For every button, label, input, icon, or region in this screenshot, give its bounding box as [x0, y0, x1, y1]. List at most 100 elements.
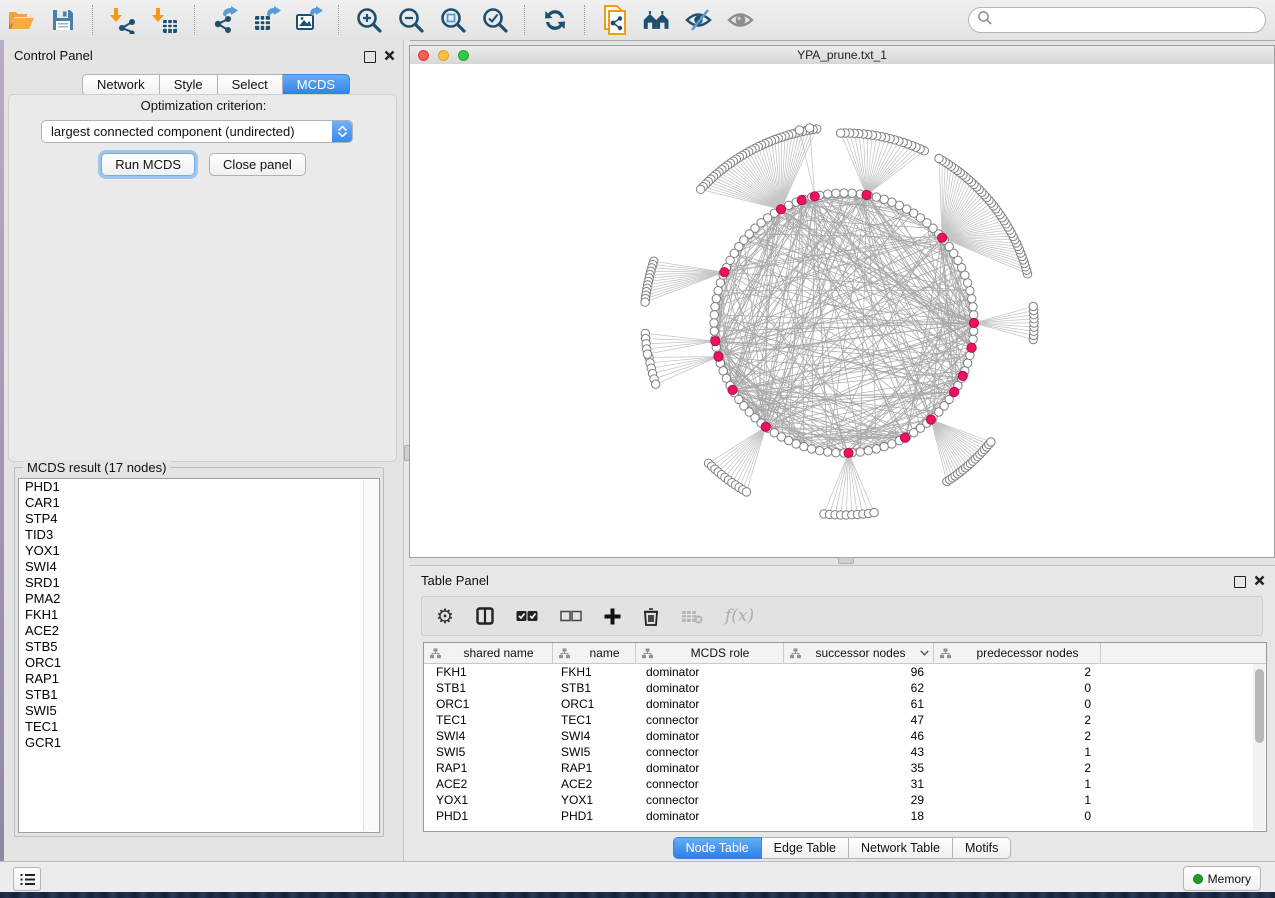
graph-hub-node[interactable] [926, 415, 935, 424]
table-row[interactable]: ORC1ORC1dominator610 [424, 696, 1266, 712]
mcds-result-item[interactable]: PHD1 [19, 479, 379, 495]
table-row[interactable]: PHD1PHD1dominator180 [424, 808, 1266, 824]
mcds-result-list[interactable]: PHD1CAR1STP4TID3YOX1SWI4SRD1PMA2FKH1ACE2… [18, 478, 380, 833]
mcds-result-item[interactable]: ACE2 [19, 623, 379, 639]
table-row[interactable]: FKH1FKH1dominator962 [424, 664, 1266, 680]
column-header-name[interactable]: name [553, 643, 636, 663]
graph-hub-node[interactable] [797, 195, 806, 204]
show-details-icon[interactable] [726, 5, 756, 35]
graph-node[interactable] [714, 286, 722, 294]
graph-node[interactable] [710, 319, 718, 327]
criterion-select[interactable]: largest connected component (undirected) [41, 120, 353, 143]
graph-node[interactable] [840, 189, 848, 197]
graph-leaf-node[interactable] [935, 154, 943, 162]
export-image-icon[interactable] [294, 5, 324, 35]
graph-hub-node[interactable] [900, 433, 909, 442]
graph-leaf-node[interactable] [641, 298, 649, 306]
graph-node[interactable] [824, 448, 832, 456]
graph-leaf-node[interactable] [651, 380, 659, 388]
table-row[interactable]: STB1STB1dominator620 [424, 680, 1266, 696]
graph-leaf-node[interactable] [696, 185, 704, 193]
graph-node[interactable] [880, 442, 888, 450]
run-mcds-button[interactable]: Run MCDS [101, 153, 195, 176]
delete-column-icon[interactable] [643, 603, 659, 629]
task-history-button[interactable] [13, 867, 41, 891]
graph-leaf-node[interactable] [870, 508, 878, 516]
graph-node[interactable] [832, 189, 840, 197]
graph-node[interactable] [970, 327, 978, 335]
column-header-shared-name[interactable]: shared name [424, 643, 553, 663]
column-header-MCDS-role[interactable]: MCDS role [636, 643, 784, 663]
mcds-result-item[interactable]: TID3 [19, 527, 379, 543]
graph-node[interactable] [807, 445, 815, 453]
graph-hub-node[interactable] [761, 422, 770, 431]
add-column-icon[interactable] [604, 603, 621, 629]
tab-node-table[interactable]: Node Table [673, 837, 762, 859]
table-row[interactable]: ACE2ACE2connector311 [424, 776, 1266, 792]
table-row[interactable]: SWI5SWI5connector431 [424, 744, 1266, 760]
close-table-panel-icon[interactable] [1254, 573, 1265, 591]
mcds-list-scrollbar[interactable] [363, 480, 378, 831]
graph-hub-node[interactable] [720, 268, 729, 277]
export-table-icon[interactable] [252, 5, 282, 35]
graph-hub-node[interactable] [844, 448, 853, 457]
mcds-result-item[interactable]: STP4 [19, 511, 379, 527]
graph-node[interactable] [969, 335, 977, 343]
mcds-result-item[interactable]: PMA2 [19, 591, 379, 607]
mcds-result-item[interactable]: FKH1 [19, 607, 379, 623]
graph-node[interactable] [716, 279, 724, 287]
search-field[interactable] [968, 7, 1266, 33]
graph-node[interactable] [888, 198, 896, 206]
export-network-icon[interactable] [210, 5, 240, 35]
zoom-selected-icon[interactable] [480, 5, 510, 35]
table-row[interactable]: SWI4SWI4dominator462 [424, 728, 1266, 744]
graph-hub-node[interactable] [969, 318, 978, 327]
zoom-out-icon[interactable] [396, 5, 426, 35]
graph-hub-node[interactable] [776, 205, 785, 214]
search-input[interactable] [993, 9, 1265, 31]
tab-style[interactable]: Style [160, 74, 218, 96]
graph-hub-node[interactable] [958, 371, 967, 380]
mcds-result-item[interactable]: ORC1 [19, 655, 379, 671]
column-browser-icon[interactable] [476, 603, 494, 629]
mcds-result-item[interactable]: SWI4 [19, 559, 379, 575]
import-table-icon[interactable] [150, 5, 180, 35]
table-scrollbar-thumb[interactable] [1255, 669, 1264, 743]
mcds-result-item[interactable]: TEC1 [19, 719, 379, 735]
network-graph[interactable] [410, 64, 1274, 557]
graph-leaf-node[interactable] [836, 129, 844, 137]
graph-node[interactable] [963, 279, 971, 287]
column-header-predecessor-nodes[interactable]: predecessor nodes [934, 643, 1101, 663]
function-builder-icon[interactable]: f(x) [725, 603, 754, 629]
mcds-result-item[interactable]: SWI5 [19, 703, 379, 719]
mcds-result-item[interactable]: CAR1 [19, 495, 379, 511]
graph-hub-node[interactable] [950, 387, 959, 396]
graph-node[interactable] [967, 294, 975, 302]
mcds-result-item[interactable]: YOX1 [19, 543, 379, 559]
graph-node[interactable] [963, 359, 971, 367]
select-all-rows-icon[interactable] [516, 603, 538, 629]
table-row[interactable]: TEC1TEC1connector472 [424, 712, 1266, 728]
graph-node[interactable] [832, 449, 840, 457]
horizontal-splitter[interactable] [409, 558, 1275, 565]
mcds-result-item[interactable]: GCR1 [19, 735, 379, 751]
zoom-in-icon[interactable] [354, 5, 384, 35]
graph-node[interactable] [848, 189, 856, 197]
tab-mcds[interactable]: MCDS [283, 74, 350, 96]
memory-button[interactable]: Memory [1183, 866, 1261, 891]
graph-leaf-node[interactable] [1029, 302, 1037, 310]
network-window-titlebar[interactable]: YPA_prune.txt_1 [410, 46, 1274, 65]
mcds-result-item[interactable]: STB1 [19, 687, 379, 703]
graph-hub-node[interactable] [967, 343, 976, 352]
graph-node[interactable] [712, 294, 720, 302]
column-header-successor-nodes[interactable]: successor nodes [784, 643, 934, 663]
hide-details-icon[interactable] [684, 5, 714, 35]
delete-table-icon[interactable] [681, 603, 703, 629]
network-canvas[interactable] [410, 64, 1274, 557]
graph-node[interactable] [711, 303, 719, 311]
graph-leaf-node[interactable] [805, 124, 813, 132]
mcds-result-item[interactable]: STB5 [19, 639, 379, 655]
close-panel-button[interactable]: Close panel [209, 153, 306, 176]
zoom-fit-icon[interactable] [438, 5, 468, 35]
mcds-result-item[interactable]: RAP1 [19, 671, 379, 687]
